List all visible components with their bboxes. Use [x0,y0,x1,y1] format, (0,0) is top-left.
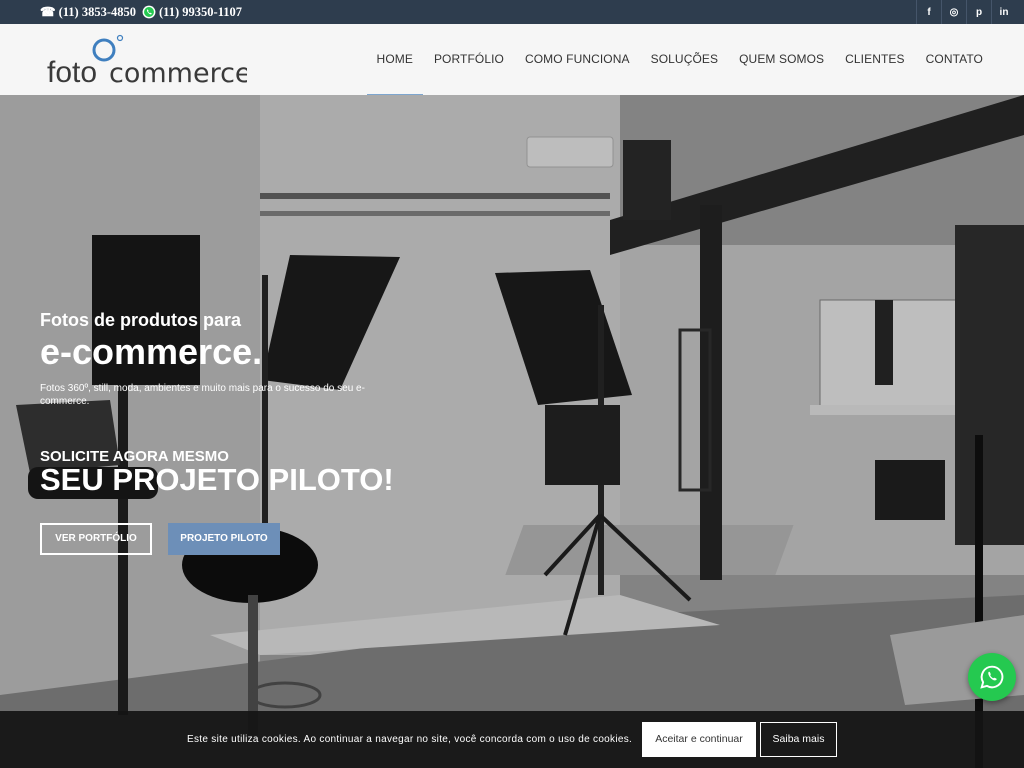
site-logo[interactable]: foto commerce [47,32,247,88]
phone-number: (11) 3853-4850 [58,4,137,19]
logo-word-foto: foto [47,56,97,88]
nav-como-funciona[interactable]: COMO FUNCIONA [525,24,630,95]
hero-title: e-commerce. [40,331,263,372]
instagram-icon: ◎ [949,6,959,18]
main-nav: HOME PORTFÓLIO COMO FUNCIONA SOLUÇÕES QU… [366,24,983,96]
linkedin-link[interactable]: in [991,0,1016,24]
site-header: foto commerce HOME PORTFÓLIO COMO FUNCIO… [0,24,1024,96]
cookie-banner: Este site utiliza cookies. Ao continuar … [0,711,1024,768]
facebook-link[interactable]: f [916,0,941,24]
whatsapp-icon [142,5,156,19]
hero-banner: Fotos de produtos para e-commerce. Fotos… [0,95,1024,768]
logo-word-commerce: commerce [109,58,247,88]
phone-contact[interactable]: ☎ (11) 3853-4850 [40,4,136,20]
nav-clientes[interactable]: CLIENTES [845,24,904,95]
pinterest-icon: p [975,6,983,18]
facebook-icon: f [927,6,931,18]
whatsapp-contact[interactable]: (11) 99350-1107 [142,5,242,20]
top-bar: ☎ (11) 3853-4850 (11) 99350-1107 f ◎ p i… [0,0,1024,24]
nav-contato[interactable]: CONTATO [926,24,983,95]
nav-home[interactable]: HOME [366,24,424,96]
studio-photo [0,95,1024,768]
contact-info: ☎ (11) 3853-4850 (11) 99350-1107 [40,0,242,24]
whatsapp-float-button[interactable] [968,653,1016,701]
nav-portfolio[interactable]: PORTFÓLIO [434,24,504,95]
projeto-piloto-button[interactable]: PROJETO PILOTO [168,523,280,555]
cookie-more-button[interactable]: Saiba mais [760,722,837,757]
cookie-accept-button[interactable]: Aceitar e continuar [642,722,756,757]
ver-portfolio-button[interactable]: VER PORTFÓLIO [40,523,152,555]
whatsapp-number: (11) 99350-1107 [159,4,242,19]
social-links: f ◎ p in [916,0,1016,24]
nav-solucoes[interactable]: SOLUÇÕES [651,24,719,95]
cookie-message: Este site utiliza cookies. Ao continuar … [187,734,633,745]
phone-icon: ☎ [40,5,56,19]
hero-subtitle: Fotos de produtos para [40,310,242,330]
hero-cta-heading: SEU PROJETO PILOTO! [40,462,394,497]
hero-description: Fotos 360º, still, moda, ambientes e mui… [40,383,365,407]
hero-overlay [0,95,1024,768]
logo-lens-dot [116,34,124,42]
instagram-link[interactable]: ◎ [941,0,966,24]
whatsapp-icon [980,665,1004,689]
nav-quem-somos[interactable]: QUEM SOMOS [739,24,824,95]
pinterest-link[interactable]: p [966,0,991,24]
linkedin-icon: in [999,6,1009,18]
